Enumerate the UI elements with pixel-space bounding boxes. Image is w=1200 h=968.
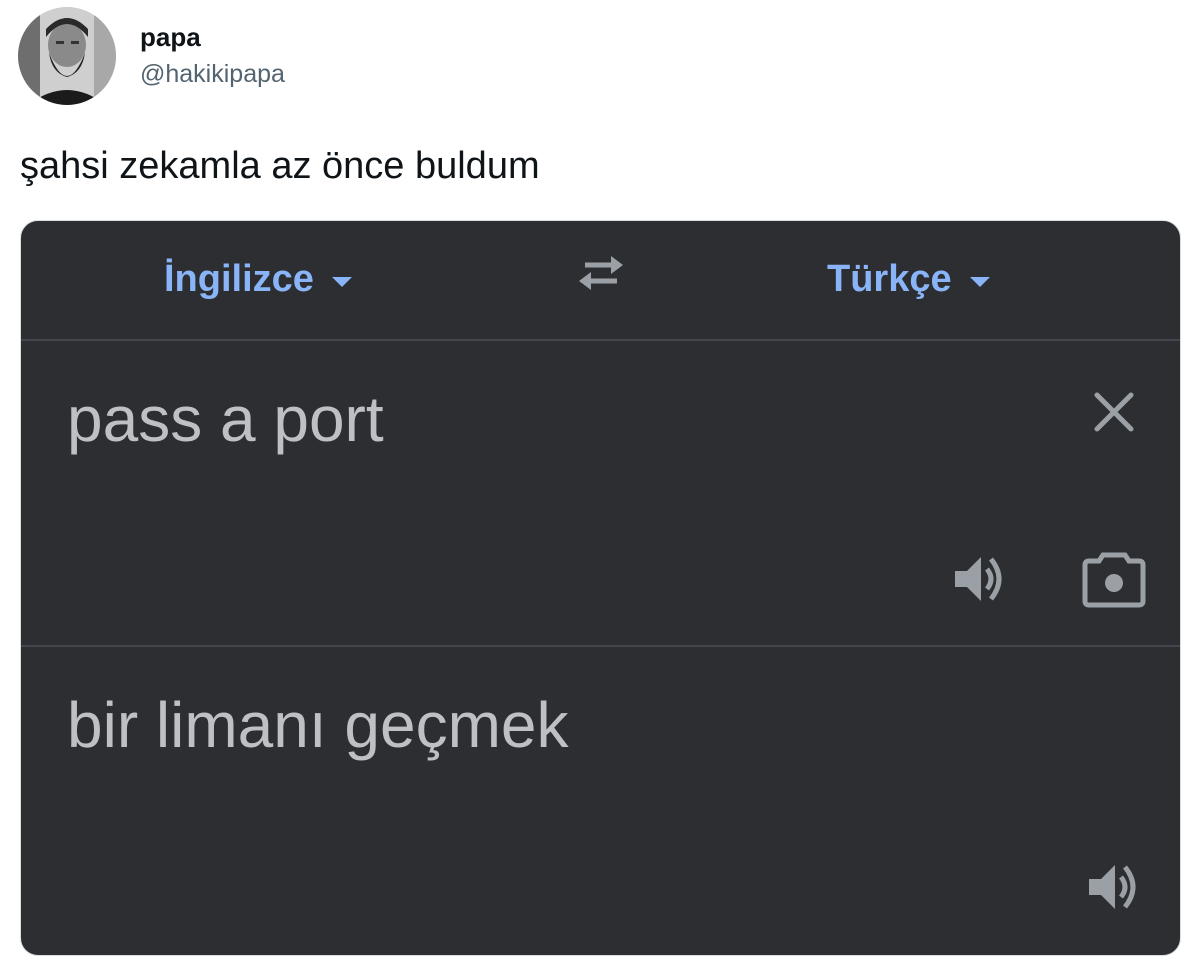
camera-icon [1082, 552, 1146, 608]
tweet-header: papa @hakikipapa [18, 6, 285, 106]
tweet-author: papa @hakikipapa [140, 21, 285, 91]
source-input-area[interactable]: pass a port [21, 341, 1180, 647]
speaker-icon [955, 557, 1002, 601]
swap-languages-button[interactable] [571, 247, 631, 297]
listen-source-button[interactable] [949, 549, 1009, 609]
display-name[interactable]: papa [140, 21, 285, 53]
language-bar: İngilizce Türkçe [21, 221, 1180, 341]
listen-translation-button[interactable] [1083, 857, 1143, 917]
user-handle[interactable]: @hakikipapa [140, 57, 285, 91]
target-language-label: Türkçe [827, 257, 952, 300]
translation-output-area: bir limanı geçmek [21, 647, 1180, 955]
camera-button[interactable] [1081, 547, 1147, 611]
profile-photo-icon [18, 7, 116, 105]
speaker-icon [1089, 865, 1136, 909]
target-language-button[interactable]: Türkçe [827, 251, 990, 307]
caret-down-icon [331, 277, 352, 287]
caret-down-icon [969, 277, 990, 287]
translated-text[interactable]: bir limanı geçmek [67, 685, 569, 765]
avatar[interactable] [18, 7, 116, 105]
source-text[interactable]: pass a port [67, 379, 384, 459]
tweet-text: şahsi zekamla az önce buldum [20, 145, 540, 187]
clear-button[interactable] [1089, 387, 1139, 437]
translate-screenshot: İngilizce Türkçe pass a port bir limanı … [20, 220, 1181, 956]
swap-arrows-icon [579, 256, 623, 290]
close-icon [1094, 392, 1134, 432]
source-language-button[interactable]: İngilizce [164, 251, 352, 307]
source-language-label: İngilizce [164, 257, 314, 300]
